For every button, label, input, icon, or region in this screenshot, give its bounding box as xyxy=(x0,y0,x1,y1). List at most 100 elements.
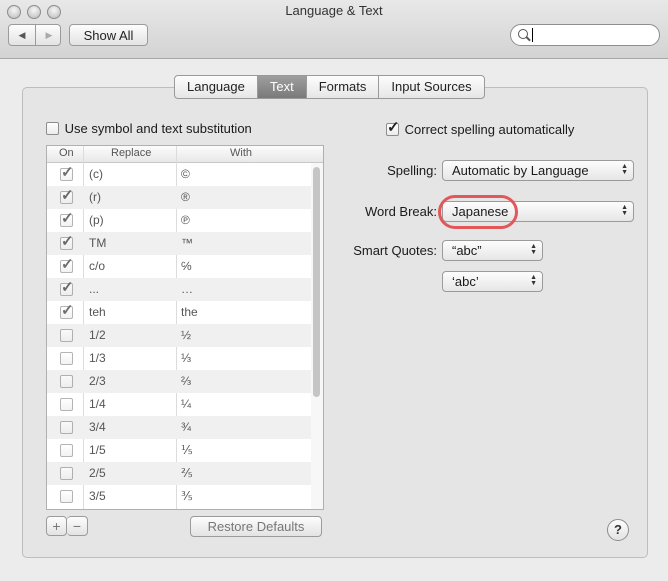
help-button[interactable]: ? xyxy=(607,519,629,541)
column-header-on[interactable]: On xyxy=(59,147,74,159)
popup-arrows-icon: ▲ ▼ xyxy=(530,274,537,287)
tab-bar: Language Text Formats Input Sources xyxy=(174,75,485,99)
remove-button[interactable]: − xyxy=(67,516,88,536)
table-row[interactable]: TM ™ xyxy=(47,232,311,255)
back-button[interactable]: ◀ xyxy=(9,25,36,45)
tab-language[interactable]: Language xyxy=(175,76,258,98)
row-enabled-checkbox[interactable] xyxy=(60,444,73,457)
tab-input-sources[interactable]: Input Sources xyxy=(379,76,483,98)
with-cell: ⅔ xyxy=(181,374,192,388)
back-forward-control: ◀ ▶ xyxy=(8,24,61,46)
with-cell: … xyxy=(181,282,193,296)
replace-cell: c/o xyxy=(89,259,106,273)
with-cell: ™ xyxy=(181,236,193,250)
substitution-toggle[interactable]: Use symbol and text substitution xyxy=(46,121,252,138)
column-header-with[interactable]: With xyxy=(230,147,252,159)
smart-quotes-label: Smart Quotes: xyxy=(353,243,437,258)
with-cell: ⅖ xyxy=(181,466,193,480)
spelling-label: Spelling: xyxy=(387,163,437,178)
show-all-button[interactable]: Show All xyxy=(69,24,148,46)
replace-cell: 2/5 xyxy=(89,466,106,480)
double-quotes-value: “abc” xyxy=(452,243,482,258)
table-row[interactable]: (r) ® xyxy=(47,186,311,209)
minimize-window-button[interactable] xyxy=(27,5,41,19)
popup-arrows-icon: ▲ ▼ xyxy=(530,243,537,256)
close-window-button[interactable] xyxy=(7,5,21,19)
replace-cell: 2/3 xyxy=(89,374,106,388)
row-enabled-checkbox[interactable] xyxy=(60,329,73,342)
substitution-table[interactable]: On Replace With (c) © (r) ® (p) ℗ TM ™ c/o ℅... … t… xyxy=(46,145,324,510)
table-row[interactable]: 3/5 ⅗ xyxy=(47,485,311,508)
tab-text[interactable]: Text xyxy=(257,76,307,98)
row-enabled-checkbox[interactable] xyxy=(60,352,73,365)
table-row[interactable]: 1/3 ⅓ xyxy=(47,347,311,370)
replace-cell: TM xyxy=(89,236,107,250)
table-scrollbar[interactable] xyxy=(311,163,323,509)
single-quotes-popup[interactable]: ‘abc’ ▲ ▼ xyxy=(442,271,543,292)
replace-cell: teh xyxy=(89,305,106,319)
forward-arrow-icon: ▶ xyxy=(45,29,53,40)
text-cursor xyxy=(532,28,533,42)
replace-cell: 1/5 xyxy=(89,443,106,457)
single-quotes-value: ‘abc’ xyxy=(452,274,479,289)
row-enabled-checkbox[interactable] xyxy=(60,260,73,273)
double-quotes-popup[interactable]: “abc” ▲ ▼ xyxy=(442,240,543,261)
tab-formats[interactable]: Formats xyxy=(307,76,380,98)
zoom-window-button[interactable] xyxy=(47,5,61,19)
search-field[interactable] xyxy=(510,24,660,46)
spelling-value: Automatic by Language xyxy=(452,163,589,178)
correct-spelling-label: Correct spelling automatically xyxy=(404,122,575,137)
table-row[interactable]: 1/2 ½ xyxy=(47,324,311,347)
row-enabled-checkbox[interactable] xyxy=(60,398,73,411)
row-enabled-checkbox[interactable] xyxy=(60,214,73,227)
table-row[interactable]: teh the xyxy=(47,301,311,324)
table-row[interactable]: (c) © xyxy=(47,163,311,186)
table-row[interactable]: ...… xyxy=(47,278,311,301)
table-row[interactable]: c/o ℅ xyxy=(47,255,311,278)
with-cell: ⅗ xyxy=(181,489,193,503)
row-enabled-checkbox[interactable] xyxy=(60,191,73,204)
table-header: On Replace With xyxy=(47,146,323,163)
table-body: (c) © (r) ® (p) ℗ TM ™ c/o ℅... … teh the 1/2 ½ 1/3 ⅓ 2/3… xyxy=(47,163,311,508)
with-cell: ℅ xyxy=(181,259,192,273)
table-row[interactable]: 2/3 ⅔ xyxy=(47,370,311,393)
with-cell: ⅕ xyxy=(181,443,193,457)
popup-arrows-icon: ▲ ▼ xyxy=(621,163,628,176)
row-enabled-checkbox[interactable] xyxy=(60,237,73,250)
row-enabled-checkbox[interactable] xyxy=(60,421,73,434)
with-cell: ¼ xyxy=(181,397,192,411)
table-row[interactable]: 2/5 ⅖ xyxy=(47,462,311,485)
correct-spelling-checkbox[interactable] xyxy=(386,123,399,136)
with-cell: ¾ xyxy=(181,420,192,434)
replace-cell: 3/5 xyxy=(89,489,106,503)
table-row[interactable]: 1/4 ¼ xyxy=(47,393,311,416)
row-enabled-checkbox[interactable] xyxy=(60,168,73,181)
row-enabled-checkbox[interactable] xyxy=(60,283,73,296)
spelling-popup[interactable]: Automatic by Language ▲ ▼ xyxy=(442,160,634,181)
with-cell: ⅓ xyxy=(181,351,192,365)
forward-button[interactable]: ▶ xyxy=(36,25,62,45)
row-enabled-checkbox[interactable] xyxy=(60,306,73,319)
replace-cell: 1/4 xyxy=(89,397,106,411)
substitution-label: Use symbol and text substitution xyxy=(64,121,252,136)
search-icon xyxy=(518,29,528,39)
table-row[interactable]: 1/5 ⅕ xyxy=(47,439,311,462)
add-button[interactable]: + xyxy=(46,516,67,536)
table-row[interactable]: (p) ℗ xyxy=(47,209,311,232)
substitution-checkbox[interactable] xyxy=(46,122,59,135)
row-enabled-checkbox[interactable] xyxy=(60,467,73,480)
highlight-ring xyxy=(438,195,518,229)
correct-spelling-toggle[interactable]: Correct spelling automatically xyxy=(386,122,574,139)
with-cell: ® xyxy=(181,190,190,204)
replace-cell: (p) xyxy=(89,213,104,227)
replace-cell: 1/2 xyxy=(89,328,106,342)
back-arrow-icon: ◀ xyxy=(18,29,26,40)
column-header-replace[interactable]: Replace xyxy=(111,147,151,159)
with-cell: © xyxy=(181,167,190,181)
word-break-label: Word Break: xyxy=(364,204,437,219)
restore-defaults-button[interactable]: Restore Defaults xyxy=(190,516,322,537)
table-row[interactable]: 3/4 ¾ xyxy=(47,416,311,439)
row-enabled-checkbox[interactable] xyxy=(60,375,73,388)
scrollbar-thumb[interactable] xyxy=(313,167,320,397)
row-enabled-checkbox[interactable] xyxy=(60,490,73,503)
